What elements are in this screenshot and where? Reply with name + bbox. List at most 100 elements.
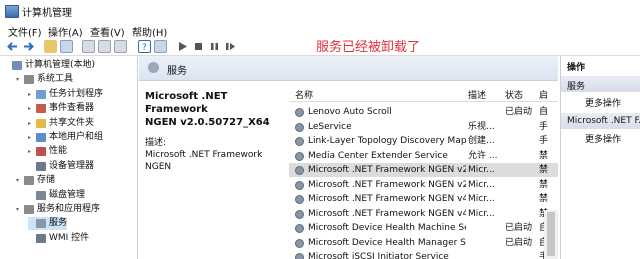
service-row[interactable]: Microsoft Device Health Manager Se... 已启动…	[289, 236, 558, 250]
service-gear-icon	[295, 151, 304, 161]
tree-item[interactable]: ▾ 系统工具	[16, 73, 73, 86]
tree-item-label: 任务计划程序	[49, 88, 104, 99]
more-actions-link[interactable]: 更多操作	[585, 96, 621, 109]
column-startup-type[interactable]: 启	[539, 88, 548, 101]
menu-help[interactable]: 帮助(H)	[132, 24, 167, 39]
service-name: Microsoft .NET Framework NGEN v4....	[308, 194, 466, 204]
collapsed-twisty-icon[interactable]: ▸	[28, 145, 36, 158]
menu-action[interactable]: 操作(A)	[48, 24, 83, 39]
forward-arrow-icon[interactable]	[22, 40, 35, 53]
tree-item[interactable]: 计算机管理(本地)	[4, 59, 95, 72]
service-gear-icon	[295, 195, 304, 204]
service-desc: Micr...	[468, 194, 495, 204]
back-arrow-icon[interactable]	[6, 40, 19, 53]
tree-item[interactable]: WMI 控件	[28, 232, 89, 245]
refresh-icon[interactable]	[98, 40, 111, 53]
tree-item[interactable]: 设备管理器	[28, 160, 94, 173]
expanded-twisty-icon[interactable]: ▾	[16, 73, 24, 86]
tools-icon	[24, 75, 34, 85]
description-text: Microsoft .NET Framework NGEN	[145, 150, 263, 172]
stop-icon[interactable]	[192, 40, 205, 53]
more-actions-selected-link[interactable]: 更多操作	[585, 132, 621, 145]
tree-item[interactable]: ▸ 共享文件夹	[28, 117, 94, 130]
service-name: Microsoft .NET Framework NGEN v2....	[308, 165, 466, 175]
tree-item[interactable]: ▸ 任务计划程序	[28, 88, 103, 101]
service-row[interactable]: Microsoft Device Health Machine Ser... 已启…	[289, 221, 558, 235]
service-start: 禁	[539, 194, 549, 204]
service-gear-icon	[295, 238, 304, 248]
disk-icon	[36, 190, 46, 200]
service-name: Link-Layer Topology Discovery Map...	[308, 136, 466, 146]
tree-item[interactable]: ▸ 事件查看器	[28, 102, 94, 115]
service-status: 已启动	[505, 223, 533, 233]
service-gear-icon	[295, 122, 304, 132]
tree-item[interactable]: 服务	[28, 217, 68, 231]
export-list-icon[interactable]	[82, 40, 95, 53]
show-hide-action-pane-icon[interactable]	[154, 40, 167, 53]
wmi-icon	[36, 233, 46, 243]
service-desc: Micr...	[468, 208, 495, 219]
service-row[interactable]: Microsoft .NET Framework NGEN v2.... Micr…	[289, 163, 558, 177]
services-list: 名称 描述 状态 启 Lenovo Auto Scroll 已启动自 LeServi…	[289, 86, 558, 259]
service-row[interactable]: Lenovo Auto Scroll 已启动自	[289, 105, 558, 119]
service-row[interactable]: LeService 乐视... 手	[289, 120, 558, 134]
help-icon[interactable]: ?	[138, 40, 151, 53]
column-name[interactable]: 名称	[295, 88, 313, 101]
gear-icon	[148, 62, 159, 73]
tree-item[interactable]: ▸ 本地用户和组	[28, 131, 103, 144]
service-detail: Microsoft .NET Framework NGEN v2.0.50727…	[145, 90, 285, 173]
expanded-twisty-icon[interactable]: ▾	[16, 203, 24, 216]
tree-item[interactable]: ▾ 存储	[16, 174, 55, 187]
tree-item[interactable]: ▸ 性能	[28, 145, 67, 158]
collapsed-twisty-icon[interactable]: ▸	[28, 88, 36, 101]
service-row[interactable]: Microsoft .NET Framework NGEN v2.... Micr…	[289, 178, 558, 192]
scrollbar-thumb[interactable]	[547, 212, 555, 256]
tree-item-label: 服务和应用程序	[37, 204, 101, 214]
tree-item-label: 事件查看器	[49, 103, 95, 114]
tree-item-label: 计算机管理(本地)	[25, 60, 96, 70]
device-icon	[36, 161, 46, 171]
play-icon[interactable]	[176, 40, 189, 53]
storage-icon	[24, 176, 34, 186]
service-row[interactable]: Media Center Extender Service 允许 ... 禁	[289, 149, 558, 163]
column-status[interactable]: 状态	[505, 88, 523, 101]
tree-item-label: 本地用户和组	[49, 132, 104, 142]
service-row[interactable]: Microsoft .NET Framework NGEN v4.... Micr…	[289, 207, 558, 221]
service-name: Microsoft Device Health Machine Ser...	[308, 223, 466, 233]
service-name-line1: Microsoft .NET Framework	[145, 91, 228, 115]
up-folder-icon[interactable]	[44, 40, 57, 53]
restart-icon[interactable]	[224, 40, 237, 53]
folder-icon	[36, 118, 46, 128]
service-status: 已启动	[505, 237, 533, 248]
vertical-scrollbar[interactable]	[544, 210, 558, 259]
tree-item[interactable]: 磁盘管理	[28, 189, 85, 202]
service-gear-icon	[295, 137, 304, 146]
service-gear-icon	[295, 166, 304, 175]
svg-text:?: ?	[142, 43, 147, 52]
actions-group-selected-label: Microsoft .NET F...	[567, 116, 640, 126]
service-row[interactable]: Link-Layer Topology Discovery Map... 创建..…	[289, 134, 558, 148]
expanded-twisty-icon[interactable]: ▾	[16, 174, 24, 187]
service-uninstalled-message: 服务已经被卸载了	[316, 40, 421, 55]
service-status: 已启动	[505, 107, 533, 117]
menu-file[interactable]: 文件(F)	[8, 24, 42, 39]
collapsed-twisty-icon[interactable]: ▸	[28, 131, 36, 144]
service-gear-icon	[295, 253, 304, 259]
computer-management-icon	[5, 5, 19, 18]
show-hide-tree-icon[interactable]	[60, 40, 73, 53]
collapsed-twisty-icon[interactable]: ▸	[28, 117, 36, 130]
services-list-header: 名称 描述 状态 启	[289, 86, 558, 102]
service-row[interactable]: Microsoft iSCSI Initiator Service手	[289, 250, 558, 259]
service-start: 禁	[539, 150, 549, 161]
services-apps-icon	[24, 205, 34, 214]
service-start: 自	[539, 107, 549, 117]
service-start: 禁	[539, 179, 549, 190]
menu-view[interactable]: 查看(V)	[90, 24, 125, 39]
service-desc: 创建...	[468, 136, 495, 146]
tree-item[interactable]: ▾ 服务和应用程序	[16, 203, 100, 216]
column-description[interactable]: 描述	[468, 88, 486, 101]
service-row[interactable]: Microsoft .NET Framework NGEN v4.... Micr…	[289, 192, 558, 206]
pause-icon[interactable]	[208, 40, 221, 53]
collapsed-twisty-icon[interactable]: ▸	[28, 102, 36, 115]
properties-icon[interactable]	[114, 40, 127, 53]
